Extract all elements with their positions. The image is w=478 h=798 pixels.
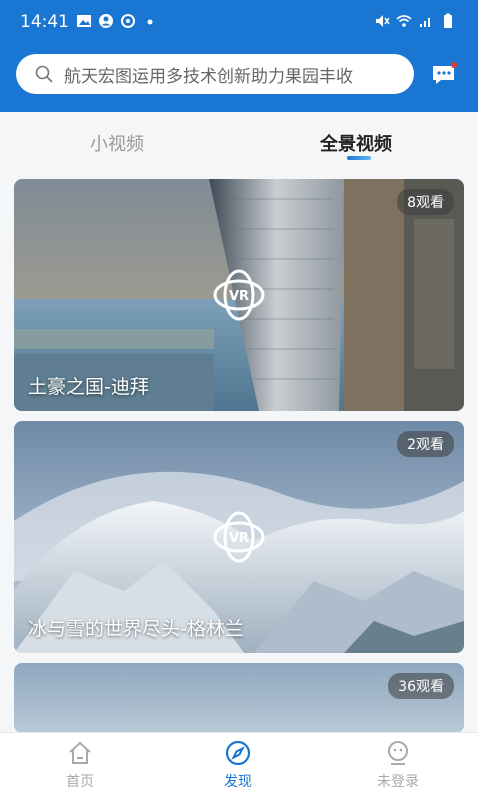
vr-icon-label: VR bbox=[229, 531, 249, 546]
view-count-badge: 36观看 bbox=[388, 673, 454, 699]
video-title: 土豪之国-迪拜 bbox=[28, 376, 149, 398]
gallery-icon bbox=[77, 15, 91, 27]
view-count-badge: 8观看 bbox=[397, 189, 454, 215]
search-input[interactable]: 航天宏图运用多技术创新助力果园丰收 bbox=[16, 54, 414, 94]
vr-icon: VR bbox=[213, 511, 265, 563]
video-title: 冰与雪的世界尽头-格林兰 bbox=[28, 618, 244, 640]
nav-login[interactable]: 未登录 bbox=[368, 739, 428, 791]
video-card[interactable]: 2观看 VR 冰与雪的世界尽头-格林兰 bbox=[14, 421, 464, 653]
sync-icon bbox=[121, 14, 135, 28]
wifi-icon bbox=[396, 15, 412, 27]
status-bar: 14:41 bbox=[0, 0, 478, 44]
nav-home-label: 首页 bbox=[66, 774, 94, 790]
search-placeholder: 航天宏图运用多技术创新助力果园丰收 bbox=[64, 66, 353, 87]
dot-icon bbox=[147, 19, 153, 25]
view-count-badge: 2观看 bbox=[397, 431, 454, 457]
vr-icon: VR bbox=[213, 269, 265, 321]
nav-login-label: 未登录 bbox=[377, 774, 419, 790]
app-header: 14:41 航天宏图运用多技术创新助力果园丰收 bbox=[0, 0, 478, 112]
tab-short-video[interactable]: 小视频 bbox=[90, 130, 144, 156]
user-face-icon bbox=[388, 741, 408, 765]
video-tabs: 小视频 全景视频 bbox=[0, 112, 478, 176]
status-system-icons bbox=[374, 13, 456, 29]
status-notification-icons bbox=[76, 13, 158, 29]
mute-icon bbox=[376, 15, 390, 27]
status-time: 14:41 bbox=[20, 12, 69, 32]
compass-icon bbox=[225, 740, 251, 766]
account-icon bbox=[99, 14, 113, 28]
nav-discover[interactable]: 发现 bbox=[208, 739, 268, 791]
video-card[interactable]: 8观看 VR 土豪之国-迪拜 bbox=[14, 179, 464, 411]
nav-home[interactable]: 首页 bbox=[50, 739, 110, 791]
search-icon bbox=[35, 65, 53, 83]
nav-discover-label: 发现 bbox=[224, 774, 252, 790]
video-card[interactable]: 36观看 bbox=[14, 663, 464, 733]
home-icon bbox=[69, 741, 91, 764]
message-icon[interactable] bbox=[430, 60, 458, 88]
signal-icon bbox=[420, 18, 430, 27]
bottom-navigation: 首页 发现 未登录 bbox=[0, 732, 478, 798]
battery-icon bbox=[444, 13, 452, 28]
active-tab-indicator bbox=[347, 156, 371, 160]
tab-panorama-video[interactable]: 全景视频 bbox=[320, 130, 392, 156]
vr-icon-label: VR bbox=[229, 289, 249, 304]
